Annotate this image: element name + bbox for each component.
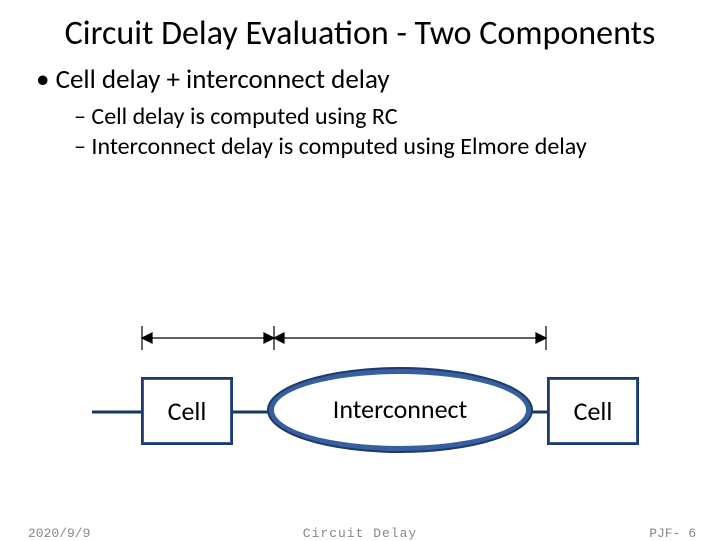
- footer-date: 2020/9/9: [28, 526, 90, 541]
- footer-page: PJF- 6: [649, 526, 696, 541]
- interconnect-label: Interconnect: [333, 393, 468, 425]
- bullet-sub-2: Interconnect delay is computed using Elm…: [74, 132, 684, 162]
- bullet-sub-1: Cell delay is computed using RC: [74, 102, 684, 132]
- circuit-diagram: Cell Interconnect Cell: [0, 320, 720, 480]
- bullet-main: Cell delay + interconnect delay: [36, 63, 684, 96]
- bullet-list: Cell delay + interconnect delay Cell del…: [0, 63, 720, 162]
- cell-left-label: Cell: [168, 395, 207, 427]
- cell-right-label: Cell: [574, 395, 613, 427]
- measurement-bar: [142, 326, 546, 350]
- footer-center: Circuit Delay: [303, 526, 417, 541]
- page-title: Circuit Delay Evaluation - Two Component…: [0, 0, 720, 63]
